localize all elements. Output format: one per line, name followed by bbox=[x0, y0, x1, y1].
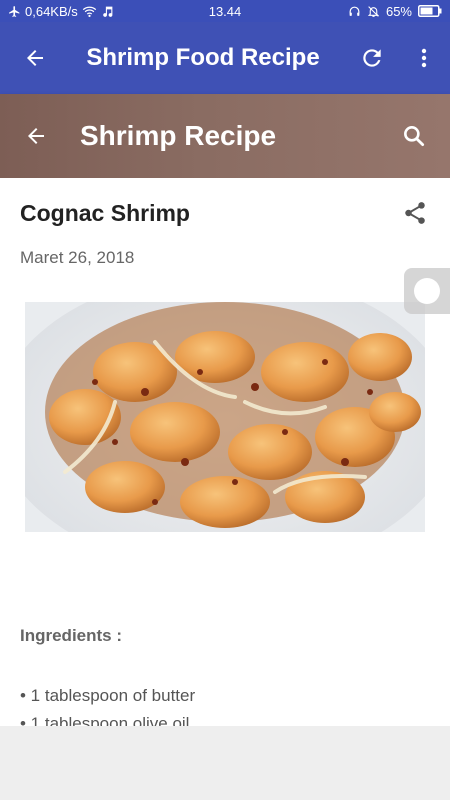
post-title: Cognac Shrimp bbox=[20, 199, 190, 226]
share-button[interactable] bbox=[400, 198, 430, 228]
post-title-row: Cognac Shrimp bbox=[20, 198, 430, 228]
floating-assistive-button[interactable] bbox=[404, 268, 450, 314]
post-content: Cognac Shrimp Maret 26, 2018 Ingredients… bbox=[0, 178, 450, 726]
share-icon bbox=[405, 202, 425, 224]
more-vert-icon bbox=[421, 48, 427, 68]
bottom-area bbox=[0, 726, 450, 800]
search-button[interactable] bbox=[378, 94, 450, 178]
airplane-icon bbox=[8, 5, 21, 18]
wifi-icon bbox=[82, 5, 97, 18]
battery-icon bbox=[418, 5, 442, 17]
list-item: • 1 tablespoon olive oil bbox=[20, 714, 190, 726]
app-bar: Shrimp Food Recipe bbox=[0, 22, 450, 94]
app-title: Shrimp Food Recipe bbox=[86, 44, 320, 71]
music-note-icon bbox=[101, 5, 114, 18]
status-right: 65% bbox=[348, 4, 442, 19]
shrimp-dish-image bbox=[25, 302, 425, 532]
ingredients-heading: Ingredients : bbox=[20, 626, 123, 645]
arrow-left-icon bbox=[27, 50, 43, 66]
refresh-button[interactable] bbox=[346, 22, 398, 94]
status-left: 0,64KB/s bbox=[8, 4, 348, 19]
list-item: • 1 tablespoon of butter bbox=[20, 686, 196, 705]
mute-bell-icon bbox=[367, 5, 380, 18]
status-bar: 0,64KB/s 13.44 65% bbox=[0, 0, 450, 22]
overflow-menu-button[interactable] bbox=[398, 22, 450, 94]
battery-percent: 65% bbox=[385, 3, 412, 19]
ingredients-list: • 1 tablespoon of butter • 1 tablespoon … bbox=[20, 684, 195, 726]
floating-dot bbox=[414, 278, 440, 304]
arrow-left-icon bbox=[28, 128, 44, 144]
search-icon bbox=[404, 126, 425, 147]
refresh-icon bbox=[363, 49, 381, 67]
headset-icon bbox=[348, 5, 361, 18]
blog-title: Shrimp Recipe bbox=[80, 120, 277, 151]
post-date: Maret 26, 2018 bbox=[20, 248, 135, 267]
blog-back-button[interactable] bbox=[0, 94, 72, 178]
blog-header: Shrimp Recipe bbox=[0, 94, 450, 178]
network-speed: 0,64KB/s bbox=[25, 3, 78, 19]
